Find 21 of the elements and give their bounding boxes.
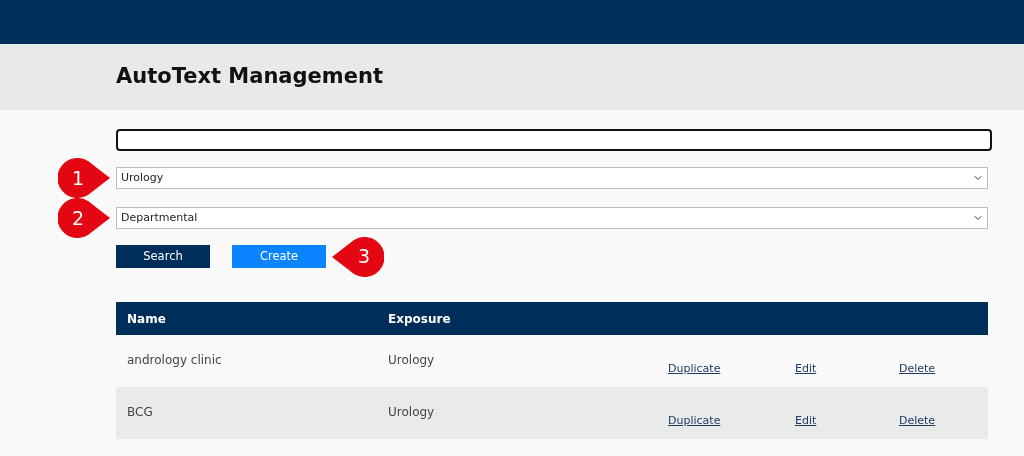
column-header: Exposure — [388, 310, 452, 328]
create-button[interactable]: Create — [232, 245, 326, 268]
action-link[interactable]: Delete — [899, 414, 936, 427]
search-field[interactable] — [116, 129, 992, 151]
callout-marker: 2 — [58, 198, 110, 238]
action-link[interactable]: Duplicate — [668, 414, 721, 427]
column-header: Name — [126, 310, 167, 328]
table-cell: Urology — [388, 353, 435, 367]
dropdown[interactable]: Departmental — [116, 207, 988, 229]
dropdown[interactable]: Urology — [116, 167, 988, 189]
action-link[interactable]: Edit — [795, 414, 817, 427]
table-cell: Urology — [388, 405, 435, 419]
table-cell: BCG — [127, 405, 153, 419]
action-link[interactable]: Delete — [899, 362, 936, 375]
action-link[interactable]: Duplicate — [668, 362, 721, 375]
search-button[interactable]: Search — [116, 245, 210, 268]
callout-marker: 3 — [332, 236, 384, 277]
table-cell: andrology clinic — [127, 353, 222, 367]
callout-marker: 1 — [58, 158, 110, 198]
action-link[interactable]: Edit — [795, 362, 817, 375]
page-title: AutoText Management — [116, 64, 383, 90]
